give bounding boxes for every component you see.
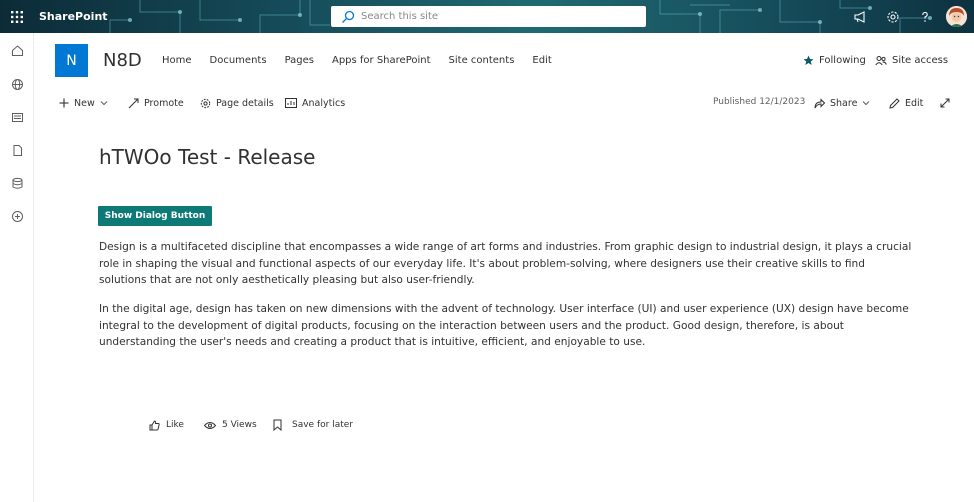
nav-edit[interactable]: Edit — [532, 55, 551, 66]
search-input[interactable] — [361, 11, 631, 22]
promote-label: Promote — [144, 97, 184, 109]
like-label: Like — [166, 420, 184, 430]
site-logo[interactable]: N — [55, 44, 88, 77]
following-label: Following — [819, 55, 866, 66]
app-launcher-button[interactable] — [0, 0, 33, 33]
chevron-down-icon — [863, 101, 870, 106]
edit-label: Edit — [905, 97, 924, 109]
share-icon — [814, 97, 825, 108]
following-button[interactable]: Following — [803, 55, 866, 66]
nav-home[interactable]: Home — [162, 55, 192, 66]
views-count: 5 Views — [204, 418, 257, 432]
like-button[interactable]: Like — [149, 418, 184, 432]
app-bar — [0, 33, 34, 502]
analytics-label: Analytics — [302, 97, 346, 109]
like-icon — [149, 419, 160, 430]
globe-icon — [11, 78, 23, 90]
gear-icon — [887, 10, 899, 23]
add-circle-icon — [11, 210, 23, 222]
search-box[interactable] — [331, 6, 646, 27]
eye-icon — [204, 421, 216, 429]
save-for-later-button[interactable]: Save for later — [273, 418, 353, 432]
content-paragraph: In the digital age, design has taken on … — [99, 303, 909, 348]
page-details-label: Page details — [216, 97, 274, 109]
site-navigation: Home Documents Pages Apps for SharePoint… — [162, 55, 570, 66]
analytics-icon — [285, 98, 297, 108]
search-icon — [342, 10, 355, 23]
database-icon — [12, 177, 22, 189]
app-name[interactable]: SharePoint — [39, 0, 108, 33]
share-label: Share — [830, 97, 858, 109]
appbar-lists[interactable] — [8, 174, 26, 192]
nav-pages[interactable]: Pages — [285, 55, 314, 66]
site-access-label: Site access — [892, 55, 949, 66]
published-status: Published 12/1/2023 — [713, 97, 806, 107]
promote-icon — [128, 98, 139, 108]
avatar-image — [946, 6, 967, 27]
bookmark-icon — [273, 419, 282, 431]
page-title: hTWOo Test - Release — [99, 145, 316, 169]
appbar-create[interactable] — [8, 207, 26, 225]
content-paragraph: Design is a multifaceted discipline that… — [99, 241, 912, 286]
help-button[interactable] — [910, 0, 940, 33]
analytics-button[interactable]: Analytics — [285, 95, 345, 111]
home-icon — [11, 44, 23, 56]
news-icon — [11, 112, 23, 122]
nav-apps-for-sharepoint[interactable]: Apps for SharePoint — [332, 55, 431, 66]
new-label: New — [74, 97, 95, 109]
pencil-icon — [889, 97, 900, 109]
user-avatar[interactable] — [946, 6, 967, 27]
plus-icon — [59, 98, 69, 108]
save-for-later-label: Save for later — [292, 420, 353, 430]
megaphone-icon — [854, 10, 865, 23]
share-button[interactable]: Share — [814, 95, 870, 111]
nav-site-contents[interactable]: Site contents — [449, 55, 515, 66]
waffle-icon — [10, 10, 23, 23]
help-icon — [922, 11, 928, 22]
chevron-down-icon — [100, 101, 108, 106]
site-title[interactable]: N8D — [103, 50, 142, 71]
expand-icon — [940, 98, 950, 108]
star-filled-icon — [803, 55, 814, 65]
appbar-sites[interactable] — [8, 75, 26, 93]
appbar-home[interactable] — [8, 41, 26, 59]
show-dialog-button[interactable]: Show Dialog Button — [98, 206, 212, 226]
promote-button[interactable]: Promote — [128, 95, 184, 111]
gear-icon — [200, 98, 211, 108]
site-access-button[interactable]: Site access — [875, 55, 948, 66]
announcement-button[interactable] — [845, 0, 875, 33]
suite-bar: SharePoint — [0, 0, 974, 33]
edit-button[interactable]: Edit — [889, 95, 923, 111]
expand-button[interactable] — [940, 95, 955, 111]
people-icon — [875, 56, 887, 66]
appbar-files[interactable] — [8, 141, 26, 159]
nav-documents[interactable]: Documents — [210, 55, 267, 66]
page-details-button[interactable]: Page details — [200, 95, 274, 111]
document-icon — [13, 144, 22, 156]
appbar-news[interactable] — [8, 108, 26, 126]
new-button[interactable]: New — [59, 95, 108, 111]
settings-button[interactable] — [878, 0, 908, 33]
views-label: 5 Views — [222, 420, 257, 430]
